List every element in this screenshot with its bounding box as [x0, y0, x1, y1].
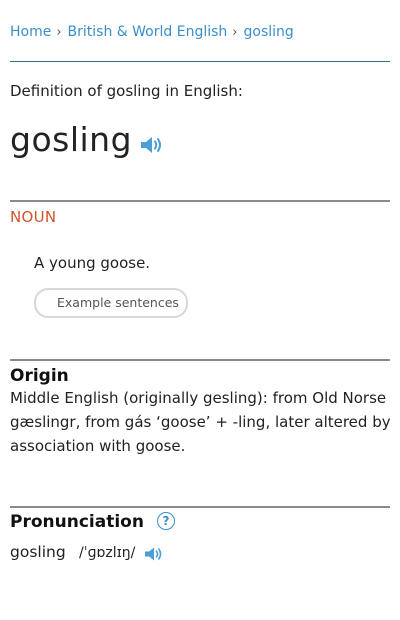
pronunciation-word: gosling: [10, 543, 66, 561]
part-of-speech: NOUN: [10, 208, 57, 226]
section-divider: [10, 359, 390, 361]
pronunciation-ipa: /ˈɡɒzlɪŋ/: [79, 545, 136, 561]
definition-heading: Definition of gosling in English:: [10, 82, 243, 100]
breadcrumb-british-world-english[interactable]: British & World English: [68, 24, 228, 40]
origin-title: Origin: [10, 366, 69, 386]
breadcrumb-home[interactable]: Home: [10, 24, 51, 40]
section-divider: [10, 506, 390, 508]
pronunciation-title: Pronunciation: [10, 512, 144, 532]
breadcrumb-separator: ›: [56, 25, 62, 40]
section-divider: [10, 200, 390, 202]
speaker-icon[interactable]: [143, 545, 165, 563]
example-sentences-button[interactable]: Example sentences: [34, 288, 188, 318]
breadcrumb-separator: ›: [232, 25, 238, 40]
headword: gosling: [10, 120, 133, 159]
help-icon[interactable]: ?: [157, 512, 175, 530]
sense-definition: A young goose.: [34, 254, 151, 272]
speaker-icon[interactable]: [139, 134, 165, 156]
origin-text: Middle English (originally gesling): fro…: [10, 389, 391, 455]
breadcrumb-divider: [10, 61, 390, 62]
breadcrumb: Home › British & World English › gosling: [10, 24, 294, 40]
breadcrumb-current-gosling[interactable]: gosling: [244, 24, 294, 40]
